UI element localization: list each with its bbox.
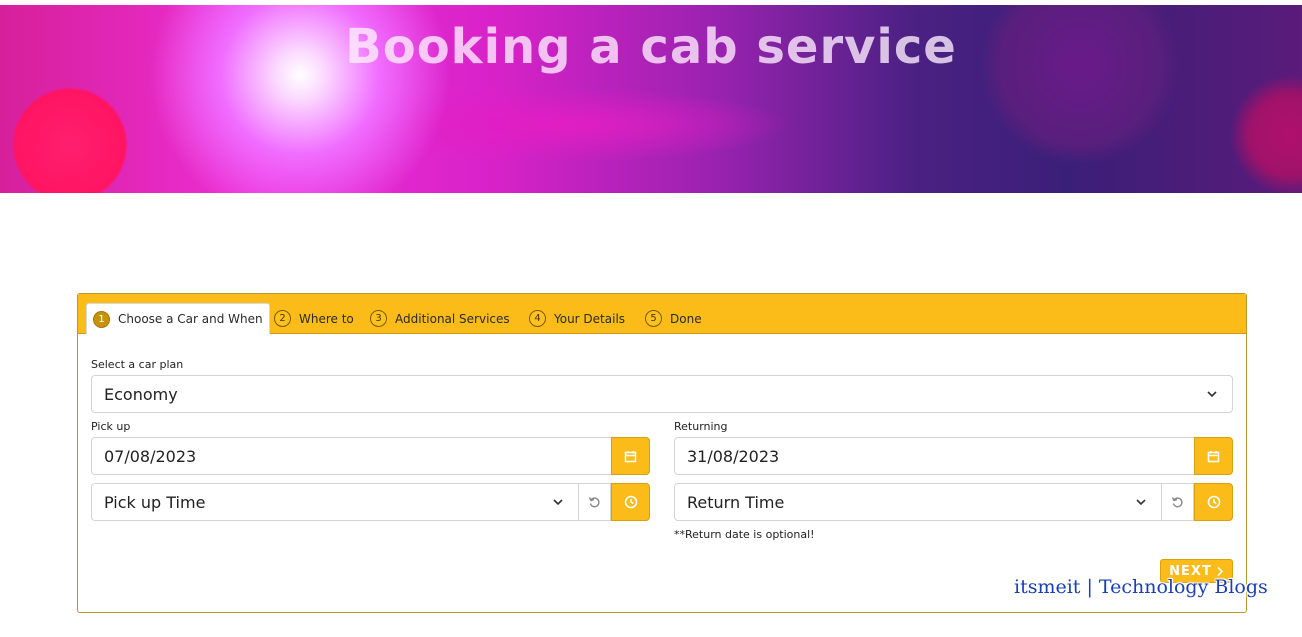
chevron-down-icon [1136,499,1146,506]
tab-label: Your Details [554,311,626,326]
reset-icon [588,496,600,507]
page-title: Booking a cab service [345,19,957,75]
pickup-time-select[interactable]: Pick up Time [91,483,579,521]
tab-label: Additional Services [395,311,510,326]
pickup-clock-button[interactable] [611,483,650,521]
step-number: 1 [93,310,110,328]
return-clock-button[interactable] [1194,483,1233,521]
chevron-down-icon [553,499,563,506]
clock-icon [1207,495,1220,509]
return-date-value: 31/08/2023 [687,446,780,466]
return-time-select[interactable]: Return Time [674,483,1162,521]
pickup-calendar-button[interactable] [611,437,650,475]
tab-your-details[interactable]: 4 Your Details [523,303,631,334]
tab-choose-car[interactable]: 1 Choose a Car and When [86,303,270,334]
tab-done[interactable]: 5 Done [639,303,708,334]
pickup-date-value: 07/08/2023 [104,446,197,466]
step-number: 2 [274,310,291,327]
pickup-time-placeholder: Pick up Time [104,492,206,512]
wizard-tabs: 1 Choose a Car and When 2 Where to 3 Add… [78,294,1246,334]
step-number: 3 [370,310,387,327]
calendar-icon [624,450,637,462]
return-date-input[interactable]: 31/08/2023 [674,437,1195,475]
step-number: 5 [645,310,662,327]
chevron-right-icon [1217,566,1223,576]
tab-label: Done [670,311,702,326]
return-optional-note: **Return date is optional! [674,528,815,541]
pickup-label: Pick up [91,420,131,433]
step-number: 4 [529,310,546,327]
return-time-placeholder: Return Time [687,492,785,512]
hero-banner: Booking a cab service [0,5,1302,193]
pickup-time-reset-button[interactable] [579,483,611,521]
returning-label: Returning [674,420,728,433]
tab-label: Where to [299,311,354,326]
clock-icon [624,495,637,509]
booking-wizard: 1 Choose a Car and When 2 Where to 3 Add… [77,293,1247,613]
watermark: itsmeit | Technology Blogs [1014,576,1268,598]
tab-where-to[interactable]: 2 Where to [268,303,360,334]
chevron-down-icon [1207,391,1217,398]
tab-additional-services[interactable]: 3 Additional Services [364,303,516,334]
calendar-icon [1207,450,1220,462]
pickup-date-input[interactable]: 07/08/2023 [91,437,612,475]
return-calendar-button[interactable] [1194,437,1233,475]
reset-icon [1171,496,1183,507]
car-plan-select[interactable]: Economy [91,375,1233,413]
return-time-reset-button[interactable] [1162,483,1194,521]
car-plan-value: Economy [104,384,178,404]
tab-label: Choose a Car and When [118,312,263,326]
car-plan-label: Select a car plan [91,358,184,371]
